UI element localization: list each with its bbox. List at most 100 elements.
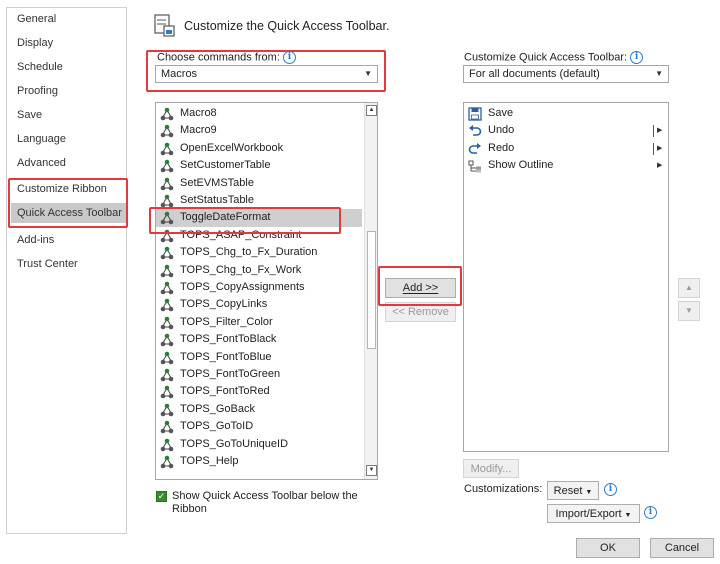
macro-icon	[160, 455, 174, 469]
command-item-label: SetEVMSTable	[180, 176, 254, 189]
command-item[interactable]: TOPS_ASAP_Constraint	[156, 227, 362, 244]
command-item-label: TOPS_GoToUniqueID	[180, 437, 289, 450]
nav-item-language[interactable]: Language	[17, 133, 66, 145]
nav-item-save[interactable]: Save	[17, 109, 42, 121]
command-item[interactable]: Macro9	[156, 122, 362, 139]
command-item[interactable]: SetEVMSTable	[156, 175, 362, 192]
show-below-ribbon-checkbox[interactable]: ✓	[156, 491, 167, 502]
command-item[interactable]: TOPS_Filter_Color	[156, 314, 362, 331]
remove-button[interactable]: << Remove	[385, 302, 456, 322]
command-item-label: TOPS_FontToGreen	[180, 368, 281, 380]
command-item-label: TOPS_FontToBlue	[180, 350, 272, 363]
move-down-button[interactable]: ▼	[678, 301, 700, 321]
command-item[interactable]: Macro8	[156, 105, 362, 122]
add-button[interactable]: Add >>	[385, 278, 456, 298]
macro-icon	[160, 403, 174, 417]
command-item[interactable]: TOPS_CopyLinks	[156, 296, 362, 313]
undo-icon	[469, 125, 482, 137]
nav-item-schedule[interactable]: Schedule	[17, 61, 63, 73]
macro-icon	[160, 159, 174, 173]
toolbar-customize-icon	[154, 14, 175, 37]
qat-item-show-outline[interactable]: Show Outline ▶	[464, 157, 668, 174]
modify-button[interactable]: Modify...	[463, 459, 519, 478]
chevron-right-icon: ▶	[657, 144, 663, 152]
command-item-label: TOPS_FontToRed	[180, 385, 270, 398]
nav-item-trust-center[interactable]: Trust Center	[17, 258, 78, 270]
commands-scrollbar[interactable]: ▲ ▼	[364, 103, 377, 479]
command-item[interactable]: TOPS_GoToID	[156, 418, 362, 435]
ok-button[interactable]: OK	[576, 538, 640, 558]
qat-item-save[interactable]: Save	[464, 105, 668, 122]
import-export-button[interactable]: Import/Export ▼	[547, 504, 640, 523]
reset-button-label: Reset	[553, 485, 583, 497]
redo-icon	[468, 142, 481, 154]
cancel-button[interactable]: Cancel	[650, 538, 714, 558]
scroll-up-icon[interactable]: ▲	[366, 105, 377, 116]
move-up-button[interactable]: ▲	[678, 278, 700, 298]
macro-icon	[160, 177, 174, 190]
info-icon[interactable]: i	[604, 483, 617, 496]
command-item[interactable]: ToggleDateFormat	[156, 209, 362, 227]
chevron-down-icon: ▼	[585, 489, 593, 496]
qat-scope-value: For all documents (default)	[469, 68, 600, 80]
command-item-label: TOPS_GoBack	[180, 402, 255, 415]
command-item-label: TOPS_CopyAssignments	[180, 281, 305, 293]
chevron-down-icon: ▼	[624, 512, 632, 519]
commands-list: Macro8 Macro9 OpenExcelWorkbook SetCustomer…	[155, 102, 378, 480]
save-icon	[468, 107, 482, 121]
chevron-right-icon: ▶	[657, 127, 663, 135]
import-export-button-label: Import/Export	[555, 508, 622, 520]
macro-icon	[160, 142, 174, 156]
choose-commands-dropdown[interactable]: Macros ▼	[155, 65, 378, 83]
macro-icon	[160, 438, 174, 451]
customizations-label: Customizations:	[464, 483, 543, 495]
macro-icon	[160, 333, 174, 347]
command-item-label: TOPS_Chg_to_Fx_Duration	[180, 246, 318, 259]
command-item[interactable]: TOPS_FontToGreen	[156, 366, 362, 383]
nav-item-display[interactable]: Display	[17, 37, 53, 49]
nav-item-customize-ribbon[interactable]: Customize Ribbon	[17, 183, 107, 195]
command-item[interactable]: TOPS_FontToRed	[156, 383, 362, 400]
macro-icon	[160, 125, 174, 138]
separator-bar	[653, 125, 654, 138]
macro-icon	[160, 281, 174, 295]
command-item[interactable]: SetCustomerTable	[156, 157, 362, 174]
command-item[interactable]: TOPS_GoToUniqueID	[156, 436, 362, 453]
info-icon[interactable]: i	[644, 506, 657, 519]
command-item-label: Macro9	[180, 124, 217, 137]
info-icon[interactable]: i	[282, 51, 296, 64]
command-item[interactable]: TOPS_Chg_to_Fx_Duration	[156, 244, 362, 261]
page-title: Customize the Quick Access Toolbar.	[184, 19, 390, 33]
nav-item-quick-access-toolbar[interactable]: Quick Access Toolbar	[11, 203, 126, 223]
command-item-label: TOPS_Help	[180, 455, 239, 467]
macro-icon	[160, 368, 174, 382]
command-item-label: TOPS_CopyLinks	[180, 298, 268, 311]
command-item[interactable]: SetStatusTable	[156, 192, 362, 209]
nav-item-general[interactable]: General	[17, 13, 56, 25]
command-item[interactable]: TOPS_Chg_to_Fx_Work	[156, 262, 362, 279]
qat-scope-dropdown[interactable]: For all documents (default) ▼	[463, 65, 669, 83]
command-item[interactable]: OpenExcelWorkbook	[156, 140, 362, 157]
qat-item-undo[interactable]: Undo ▶	[464, 122, 668, 139]
nav-item-advanced[interactable]: Advanced	[17, 157, 66, 169]
command-item-label: SetStatusTable	[180, 194, 254, 206]
command-item[interactable]: TOPS_FontToBlue	[156, 349, 362, 366]
command-item-label: SetCustomerTable	[180, 159, 271, 172]
command-item[interactable]: TOPS_CopyAssignments	[156, 279, 362, 296]
nav-item-add-ins[interactable]: Add-ins	[17, 234, 54, 246]
nav-item-proofing[interactable]: Proofing	[17, 85, 58, 97]
qat-list: Save Undo ▶ Redo ▶ Show Outline ▶	[463, 102, 669, 452]
command-item[interactable]: TOPS_Help	[156, 453, 362, 470]
info-icon[interactable]: i	[630, 51, 644, 64]
scroll-down-icon[interactable]: ▼	[366, 465, 377, 476]
chevron-down-icon: ▼	[655, 69, 663, 78]
macro-icon	[160, 264, 174, 277]
scroll-thumb[interactable]	[367, 231, 376, 349]
options-nav-panel: General Display Schedule Proofing Save L…	[6, 7, 127, 534]
command-item-label: OpenExcelWorkbook	[180, 141, 284, 154]
command-item[interactable]: TOPS_FontToBlack	[156, 331, 362, 348]
qat-item-redo[interactable]: Redo ▶	[464, 140, 668, 157]
macro-icon	[160, 351, 174, 364]
reset-button[interactable]: Reset ▼	[547, 481, 599, 500]
command-item[interactable]: TOPS_GoBack	[156, 401, 362, 418]
